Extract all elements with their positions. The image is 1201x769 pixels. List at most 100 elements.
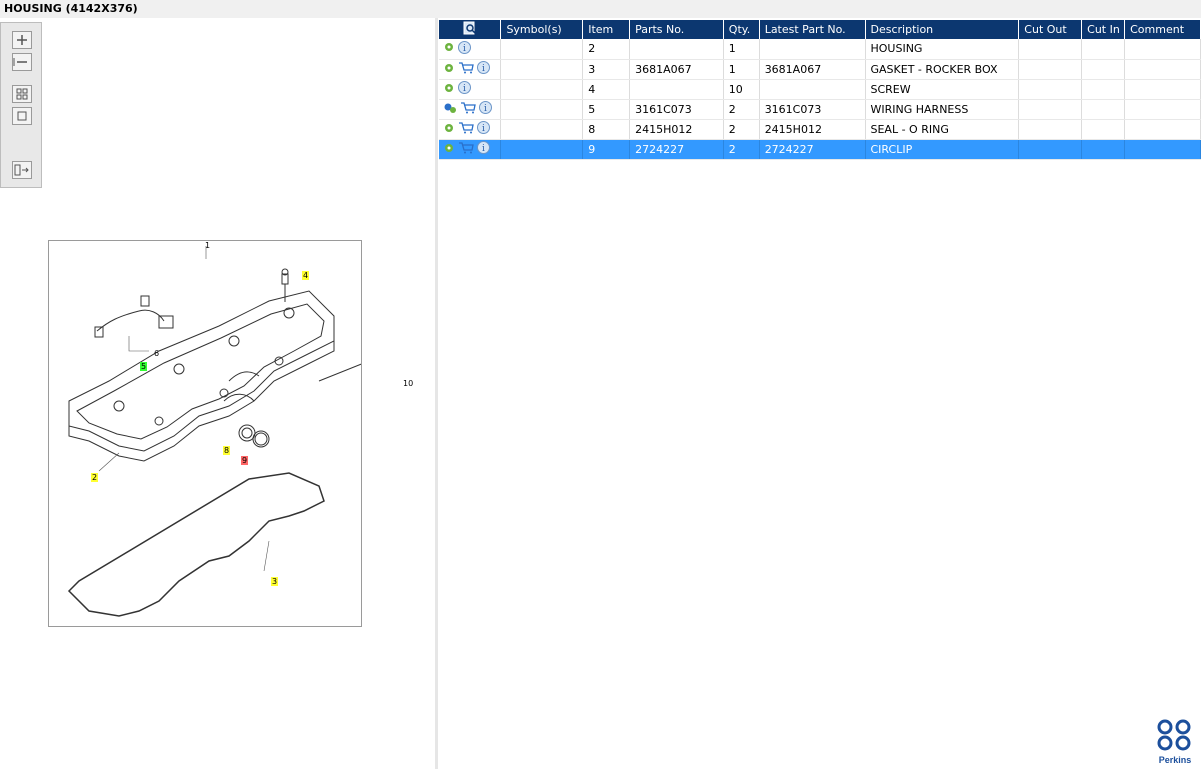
- column-header-item[interactable]: Item: [582, 20, 631, 39]
- info-icon[interactable]: i: [477, 141, 490, 157]
- column-header-description[interactable]: Description: [865, 20, 1020, 39]
- list-arrow-icon: [14, 164, 29, 176]
- cell-cut-in: [1081, 139, 1126, 160]
- info-icon[interactable]: i: [477, 61, 490, 77]
- row-actions: i: [439, 119, 502, 140]
- cell-qty: 2: [723, 119, 760, 140]
- callout-label[interactable]: 3: [271, 577, 279, 586]
- cell-latest-part-no: 3161C073: [759, 99, 866, 120]
- svg-text:i: i: [463, 84, 466, 94]
- table-header: Symbol(s) Item Parts No. Qty. Latest Par…: [439, 20, 1201, 39]
- cell-qty: 2: [723, 139, 760, 160]
- illustration-pane[interactable]: 1 4 6 5 10 8 9 2 3: [0, 18, 435, 769]
- square-icon: [17, 111, 27, 121]
- fit-window-button[interactable]: [12, 107, 32, 125]
- cell-latest-part-no: [759, 79, 866, 100]
- svg-text:i: i: [482, 64, 485, 74]
- window-title: HOUSING (4142X376): [0, 0, 1201, 18]
- table-row[interactable]: i 4 10 SCREW: [439, 79, 1201, 100]
- gear-icon[interactable]: [443, 82, 455, 97]
- cell-item: 9: [582, 139, 631, 160]
- row-actions: i: [439, 139, 502, 160]
- cart-icon[interactable]: [460, 101, 476, 117]
- row-actions: i: [439, 79, 502, 100]
- logo-text: Perkins: [1159, 755, 1192, 765]
- callout-label[interactable]: 4: [302, 271, 310, 280]
- cell-qty: 1: [723, 39, 760, 60]
- cell-cut-out: [1018, 59, 1083, 80]
- callout-label[interactable]: 10: [402, 379, 414, 388]
- cell-symbols: [500, 79, 584, 100]
- minus-icon: [13, 58, 27, 66]
- cell-parts-no: 2415H012: [629, 119, 724, 140]
- svg-text:i: i: [484, 104, 487, 114]
- cell-comment: [1124, 79, 1201, 100]
- cell-qty: 2: [723, 99, 760, 120]
- cart-icon[interactable]: [458, 121, 474, 137]
- column-header-parts-no[interactable]: Parts No.: [629, 20, 724, 39]
- cell-latest-part-no: 2724227: [759, 139, 866, 160]
- column-header-cut-out[interactable]: Cut Out: [1018, 20, 1083, 39]
- plus-icon: [17, 35, 27, 45]
- row-actions: i: [439, 99, 502, 120]
- callout-label[interactable]: 6: [153, 349, 160, 358]
- gear-icon[interactable]: [443, 41, 455, 56]
- exploded-view-drawing[interactable]: 1 4 6 5 10 8 9 2 3: [48, 240, 413, 627]
- table-row[interactable]: i 2 1 HOUSING: [439, 39, 1201, 60]
- svg-text:i: i: [463, 44, 466, 54]
- column-header-symbols[interactable]: Symbol(s): [500, 20, 584, 39]
- column-header-latest-part-no[interactable]: Latest Part No.: [759, 20, 866, 39]
- callout-label[interactable]: 8: [223, 446, 231, 455]
- column-header-qty[interactable]: Qty.: [723, 20, 760, 39]
- table-row[interactable]: i 9 2724227 2 2724227 CIRCLIP: [439, 139, 1201, 160]
- cell-description: HOUSING: [865, 39, 1020, 60]
- gear-icon[interactable]: [443, 122, 455, 137]
- parts-list-pane: Symbol(s) Item Parts No. Qty. Latest Par…: [438, 18, 1201, 769]
- info-icon[interactable]: i: [458, 40, 471, 57]
- column-header-comment[interactable]: Comment: [1124, 20, 1201, 39]
- zoom-out-button[interactable]: [12, 53, 32, 71]
- grid-icon: [16, 88, 28, 100]
- cell-cut-out: [1018, 39, 1083, 60]
- table-row[interactable]: i 8 2415H012 2 2415H012 SEAL - O RING: [439, 119, 1201, 140]
- cart-icon[interactable]: [458, 61, 474, 77]
- cell-description: SEAL - O RING: [865, 119, 1020, 140]
- cell-latest-part-no: 2415H012: [759, 119, 866, 140]
- cell-cut-out: [1018, 99, 1083, 120]
- cell-cut-in: [1081, 99, 1126, 120]
- view-toolbar: [0, 22, 42, 188]
- info-icon[interactable]: i: [479, 101, 492, 117]
- zoom-in-button[interactable]: [12, 31, 32, 49]
- perkins-logo: Perkins: [1157, 719, 1192, 765]
- info-icon[interactable]: i: [477, 121, 490, 137]
- cell-description: WIRING HARNESS: [865, 99, 1020, 120]
- cell-parts-no: 2724227: [629, 139, 724, 160]
- column-header-tools[interactable]: [439, 20, 502, 39]
- info-icon[interactable]: i: [458, 81, 471, 97]
- gear-icon[interactable]: [443, 142, 455, 157]
- callout-label[interactable]: 9: [241, 456, 249, 465]
- table-row[interactable]: i 5 3161C073 2 3161C073 WIRING HARNESS: [439, 99, 1201, 120]
- panel-toggle-button[interactable]: [12, 161, 32, 179]
- cart-icon[interactable]: [458, 141, 474, 157]
- callout-label[interactable]: 1: [204, 241, 211, 250]
- column-header-cut-in[interactable]: Cut In: [1081, 20, 1126, 39]
- gear-icon[interactable]: [443, 62, 455, 77]
- cell-qty: 1: [723, 59, 760, 80]
- table-row[interactable]: i 3 3681A067 1 3681A067 GASKET - ROCKER BOX: [439, 59, 1201, 80]
- cell-description: CIRCLIP: [865, 139, 1020, 160]
- gears-icon[interactable]: [443, 102, 457, 117]
- cell-item: 3: [582, 59, 631, 80]
- cell-cut-in: [1081, 59, 1126, 80]
- housing-illustration: [67, 246, 406, 617]
- cell-parts-no: 3681A067: [629, 59, 724, 80]
- cell-symbols: [500, 139, 584, 160]
- callout-label[interactable]: 2: [91, 473, 99, 482]
- cell-comment: [1124, 139, 1201, 160]
- svg-text:i: i: [482, 144, 485, 154]
- cell-comment: [1124, 119, 1201, 140]
- row-actions: i: [439, 59, 502, 80]
- fit-all-button[interactable]: [12, 85, 32, 103]
- callout-label[interactable]: 5: [140, 362, 148, 371]
- cell-parts-no: 3161C073: [629, 99, 724, 120]
